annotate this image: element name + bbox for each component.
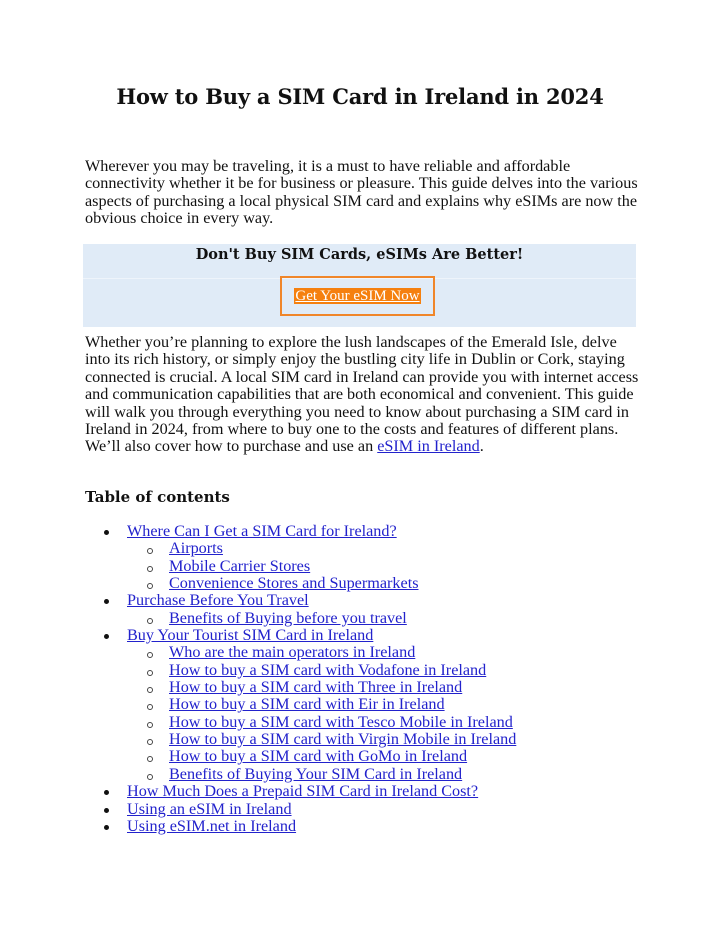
toc-subitem: How to buy a SIM card with Tesco Mobile … bbox=[85, 713, 645, 731]
bullet-icon bbox=[104, 824, 109, 830]
toc-link[interactable]: How to buy a SIM card with GoMo in Irela… bbox=[169, 747, 467, 765]
toc-link[interactable]: How to buy a SIM card with Three in Irel… bbox=[169, 678, 462, 696]
circle-bullet-icon bbox=[147, 669, 153, 676]
circle-bullet-icon bbox=[147, 704, 153, 711]
bullet-icon bbox=[104, 807, 109, 813]
bullet-icon bbox=[104, 530, 109, 535]
toc-heading: Table of contents bbox=[85, 488, 230, 506]
toc-link[interactable]: Benefits of Buying before you travel bbox=[169, 609, 407, 627]
circle-bullet-icon bbox=[147, 565, 153, 572]
toc-item: Buy Your Tourist SIM Card in Ireland bbox=[85, 626, 645, 644]
body-trailing: . bbox=[479, 437, 484, 456]
toc-link[interactable]: Purchase Before You Travel bbox=[127, 591, 309, 609]
body-text: Whether you’re planning to explore the l… bbox=[85, 333, 639, 456]
body-paragraph: Whether you’re planning to explore the l… bbox=[85, 333, 640, 456]
esim-callout: Don't Buy SIM Cards, eSIMs Are Better! G… bbox=[83, 244, 636, 327]
toc-link[interactable]: Who are the main operators in Ireland bbox=[169, 643, 415, 661]
toc-link[interactable]: Convenience Stores and Supermarkets bbox=[169, 574, 419, 592]
circle-bullet-icon bbox=[147, 548, 153, 555]
get-esim-button[interactable]: Get Your eSIM Now bbox=[294, 288, 421, 304]
toc-subitem: How to buy a SIM card with GoMo in Irela… bbox=[85, 748, 645, 765]
toc-subitem: Benefits of Buying before you travel bbox=[85, 609, 645, 627]
toc-link[interactable]: Airports bbox=[169, 539, 223, 557]
bullet-icon bbox=[104, 634, 109, 640]
toc-item: Purchase Before You Travel bbox=[85, 592, 645, 609]
esim-ireland-link[interactable]: eSIM in Ireland bbox=[377, 437, 480, 455]
callout-heading: Don't Buy SIM Cards, eSIMs Are Better! bbox=[83, 244, 636, 279]
toc-subitem: Mobile Carrier Stores bbox=[85, 557, 645, 575]
toc-link[interactable]: How to buy a SIM card with Vodafone in I… bbox=[169, 661, 486, 679]
toc-link[interactable]: Mobile Carrier Stores bbox=[169, 557, 310, 575]
table-of-contents: Where Can I Get a SIM Card for Ireland? A… bbox=[85, 522, 645, 835]
toc-subitem: Benefits of Buying Your SIM Card in Irel… bbox=[85, 765, 645, 783]
toc-link[interactable]: Using eSIM.net in Ireland bbox=[127, 817, 296, 835]
toc-subitem: How to buy a SIM card with Three in Irel… bbox=[85, 678, 645, 696]
circle-bullet-icon bbox=[147, 652, 153, 659]
toc-link[interactable]: How to buy a SIM card with Eir in Irelan… bbox=[169, 695, 445, 713]
circle-bullet-icon bbox=[147, 617, 153, 624]
toc-link[interactable]: Where Can I Get a SIM Card for Ireland? bbox=[127, 522, 397, 540]
toc-subitem: Convenience Stores and Supermarkets bbox=[85, 574, 645, 592]
circle-bullet-icon bbox=[147, 739, 153, 746]
page-title: How to Buy a SIM Card in Ireland in 2024 bbox=[116, 84, 604, 109]
toc-item: Using eSIM.net in Ireland bbox=[85, 817, 645, 835]
bullet-icon bbox=[104, 790, 109, 796]
toc-subitem: How to buy a SIM card with Virgin Mobile… bbox=[85, 730, 645, 748]
cta-frame: Get Your eSIM Now bbox=[280, 276, 435, 316]
toc-link[interactable]: How to buy a SIM card with Virgin Mobile… bbox=[169, 730, 516, 748]
toc-link[interactable]: How to buy a SIM card with Tesco Mobile … bbox=[169, 713, 513, 731]
toc-subitem: How to buy a SIM card with Eir in Irelan… bbox=[85, 696, 645, 713]
bullet-icon bbox=[104, 599, 109, 605]
toc-subitem: How to buy a SIM card with Vodafone in I… bbox=[85, 661, 645, 679]
toc-link[interactable]: Using an eSIM in Ireland bbox=[127, 800, 292, 818]
toc-item: Where Can I Get a SIM Card for Ireland? bbox=[85, 522, 645, 540]
toc-link[interactable]: Buy Your Tourist SIM Card in Ireland bbox=[127, 626, 373, 644]
circle-bullet-icon bbox=[147, 721, 153, 728]
toc-link[interactable]: How Much Does a Prepaid SIM Card in Irel… bbox=[127, 782, 478, 800]
intro-paragraph: Wherever you may be traveling, it is a m… bbox=[85, 157, 638, 228]
circle-bullet-icon bbox=[147, 583, 153, 590]
circle-bullet-icon bbox=[147, 687, 153, 694]
toc-item: How Much Does a Prepaid SIM Card in Irel… bbox=[85, 782, 645, 800]
toc-item: Using an eSIM in Ireland bbox=[85, 800, 645, 818]
circle-bullet-icon bbox=[147, 773, 153, 780]
toc-subitem: Airports bbox=[85, 540, 645, 557]
circle-bullet-icon bbox=[147, 756, 153, 763]
toc-link[interactable]: Benefits of Buying Your SIM Card in Irel… bbox=[169, 765, 462, 783]
toc-subitem: Who are the main operators in Ireland bbox=[85, 644, 645, 661]
